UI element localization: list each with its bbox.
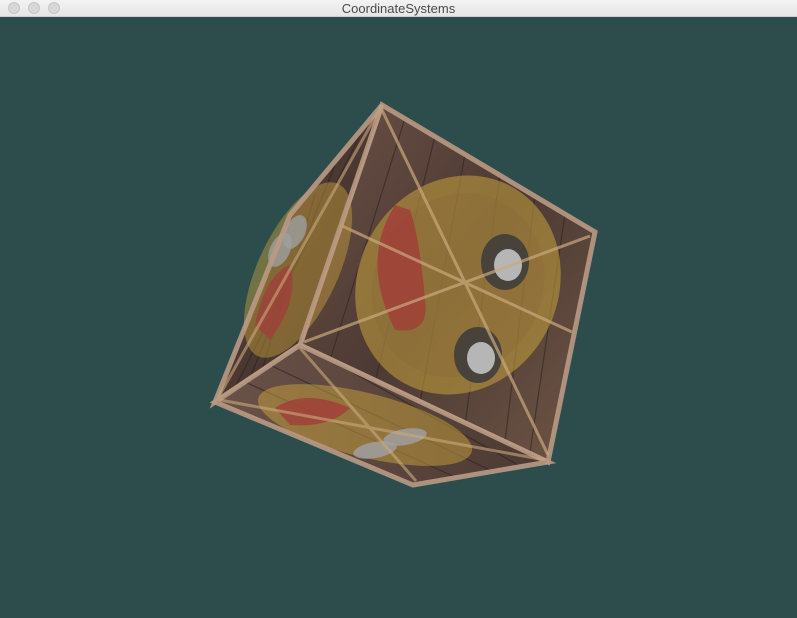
window-title: CoordinateSystems [341, 1, 456, 16]
render-viewport [0, 17, 797, 618]
scene-canvas [209, 101, 598, 488]
title-bar[interactable]: CoordinateSystems [0, 0, 797, 17]
app-window: CoordinateSystems [0, 0, 797, 618]
